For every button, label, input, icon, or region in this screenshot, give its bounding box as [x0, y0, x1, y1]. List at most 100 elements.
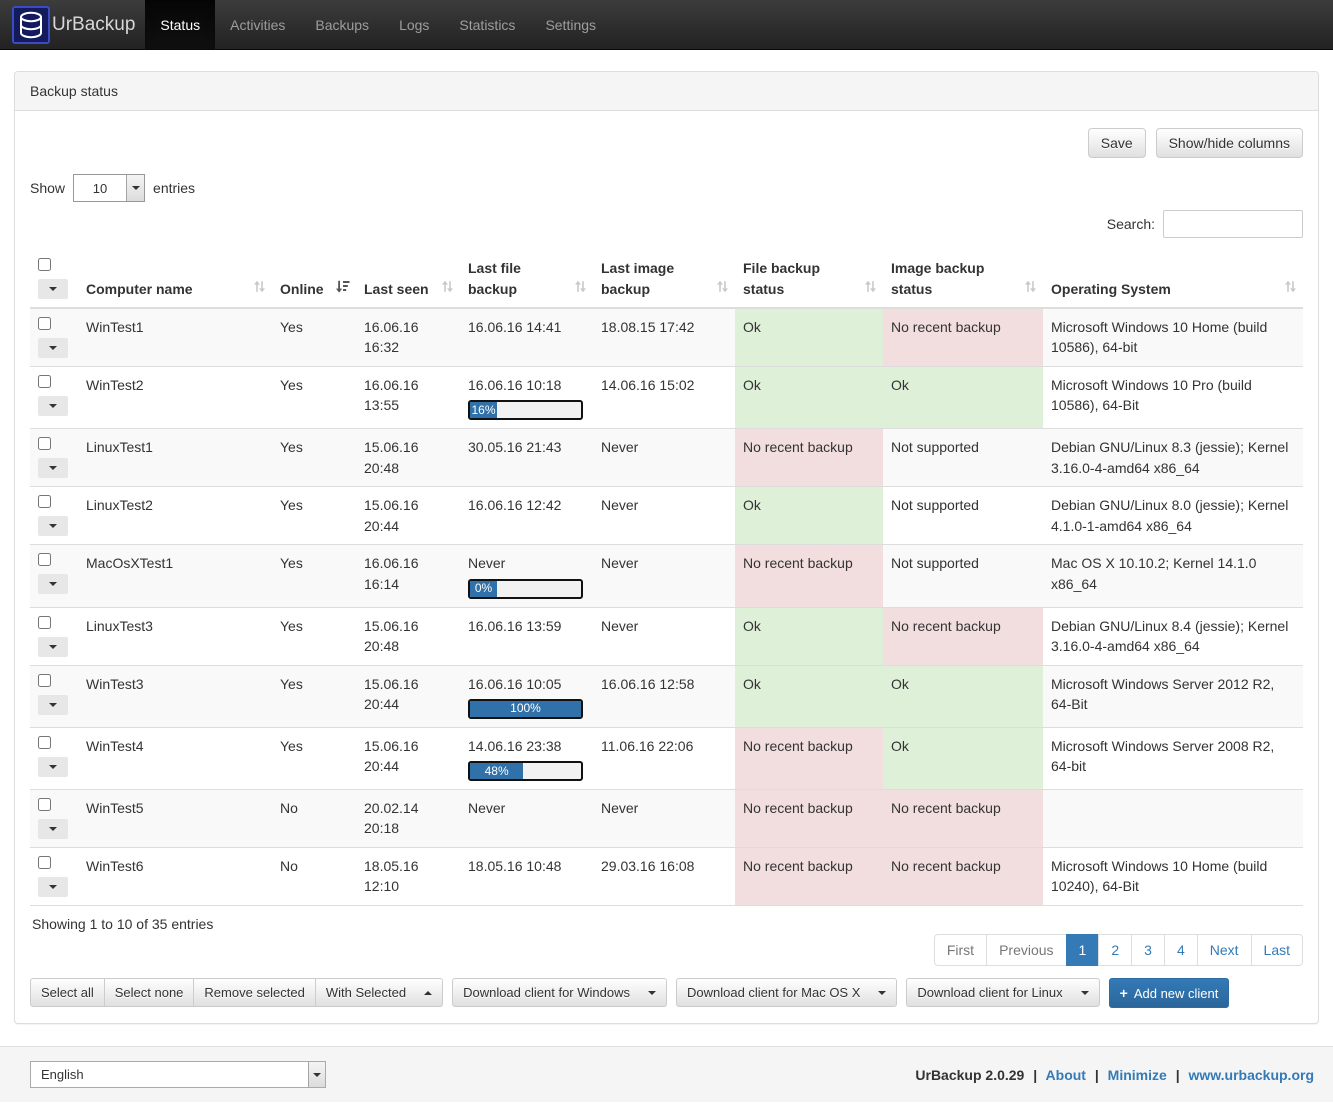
column-header-computer-name[interactable]: Computer name: [78, 250, 272, 308]
row-checkbox[interactable]: [38, 495, 51, 508]
select-all-checkbox[interactable]: [38, 258, 51, 271]
row-checkbox[interactable]: [38, 856, 51, 869]
column-header-last-file-backup[interactable]: Last file backup: [460, 250, 593, 308]
row-checkbox[interactable]: [38, 437, 51, 450]
column-header-last-image-backup[interactable]: Last image backup: [593, 250, 735, 308]
column-header-image-backup-status[interactable]: Image backup status: [883, 250, 1043, 308]
column-header-online[interactable]: Online: [272, 250, 356, 308]
page-first-link[interactable]: First: [934, 934, 987, 966]
last-seen-cell: 15.06.16 20:44: [356, 727, 460, 789]
row-checkbox[interactable]: [38, 317, 51, 330]
row-select-cell: [30, 545, 78, 607]
page-previous-link[interactable]: Previous: [986, 934, 1066, 966]
last-file-backup-cell: 16.06.16 10:05 100%: [460, 665, 593, 727]
computer-name-cell: WinTest6: [78, 848, 272, 906]
column-header-file-backup-status[interactable]: File backup status: [735, 250, 883, 308]
last-file-backup-time: 16.06.16 10:05: [468, 674, 585, 694]
row-actions-dropdown[interactable]: [38, 574, 68, 594]
download-client-macosx-button[interactable]: Download client for Mac OS X: [676, 978, 897, 1007]
row-checkbox[interactable]: [38, 674, 51, 687]
os-cell: Microsoft Windows 10 Home (build 10586),…: [1043, 308, 1303, 367]
file-backup-progress-value: 100%: [470, 701, 581, 717]
page-number-1-link[interactable]: 1: [1066, 934, 1100, 966]
row-checkbox[interactable]: [38, 736, 51, 749]
file-backup-status-cell: No recent backup: [735, 790, 883, 848]
urbackup-org-link[interactable]: www.urbackup.org: [1189, 1067, 1315, 1083]
row-actions-dropdown[interactable]: [38, 877, 68, 897]
search-input[interactable]: [1163, 210, 1303, 238]
image-backup-status-cell: Not supported: [883, 487, 1043, 545]
entries-per-page-select[interactable]: 10: [73, 174, 145, 202]
caret-down-icon: [49, 885, 57, 889]
page-next-link[interactable]: Next: [1197, 934, 1252, 966]
nav-tab-status[interactable]: Status: [145, 0, 215, 49]
caret-down-icon: [878, 991, 886, 995]
with-selected-dropdown-button[interactable]: With Selected: [315, 978, 443, 1007]
select-none-button[interactable]: Select none: [104, 978, 195, 1007]
column-header-last-seen[interactable]: Last seen: [356, 250, 460, 308]
nav-tab-activities[interactable]: Activities: [215, 0, 300, 49]
row-checkbox[interactable]: [38, 798, 51, 811]
row-select-cell: [30, 308, 78, 367]
row-checkbox[interactable]: [38, 375, 51, 388]
header-actions-dropdown[interactable]: [38, 279, 68, 299]
row-actions-dropdown[interactable]: [38, 516, 68, 536]
row-select-cell: [30, 429, 78, 487]
image-backup-status-cell: No recent backup: [883, 308, 1043, 367]
last-file-backup-cell: 18.05.16 10:48: [460, 848, 593, 906]
row-actions-dropdown[interactable]: [38, 757, 68, 777]
caret-up-icon: [424, 991, 432, 995]
language-select[interactable]: English: [30, 1061, 326, 1088]
remove-selected-button[interactable]: Remove selected: [193, 978, 315, 1007]
row-checkbox[interactable]: [38, 616, 51, 629]
row-actions-dropdown[interactable]: [38, 695, 68, 715]
row-actions-dropdown[interactable]: [38, 819, 68, 839]
computer-name-cell: WinTest1: [78, 308, 272, 367]
row-actions-dropdown[interactable]: [38, 396, 68, 416]
nav-tab-backups[interactable]: Backups: [300, 0, 384, 49]
row-actions-dropdown[interactable]: [38, 338, 68, 358]
caret-down-icon: [49, 582, 57, 586]
sort-icon: [574, 278, 587, 298]
caret-down-icon: [49, 466, 57, 470]
nav-tab-statistics[interactable]: Statistics: [444, 0, 530, 49]
table-row: MacOsXTest1Yes16.06.16 16:14Never0%Never…: [30, 545, 1303, 607]
last-seen-cell: 15.06.16 20:48: [356, 607, 460, 665]
last-seen-cell: 20.02.14 20:18: [356, 790, 460, 848]
row-actions-dropdown[interactable]: [38, 637, 68, 657]
page-number-1: 1: [1067, 934, 1100, 966]
page-number-3-link[interactable]: 3: [1131, 934, 1165, 966]
about-link[interactable]: About: [1046, 1067, 1086, 1083]
page-number-2-link[interactable]: 2: [1098, 934, 1132, 966]
show-hide-columns-button[interactable]: Show/hide columns: [1156, 128, 1303, 158]
page-number-4-link[interactable]: 4: [1164, 934, 1198, 966]
caret-down-icon: [49, 524, 57, 528]
save-button[interactable]: Save: [1088, 128, 1146, 158]
page-previous: Previous: [987, 934, 1066, 966]
show-entries-suffix-label: entries: [153, 180, 195, 196]
last-seen-cell: 16.06.16 13:55: [356, 367, 460, 429]
select-all-button[interactable]: Select all: [30, 978, 105, 1007]
last-file-backup-cell: 14.06.16 23:3848%: [460, 727, 593, 789]
nav-tab-logs[interactable]: Logs: [384, 0, 444, 49]
row-select-cell: [30, 727, 78, 789]
download-client-windows-button[interactable]: Download client for Windows: [452, 978, 667, 1007]
image-backup-status-cell: Not supported: [883, 545, 1043, 607]
add-new-client-button[interactable]: + Add new client: [1109, 978, 1230, 1008]
brand[interactable]: UrBackup: [0, 0, 145, 49]
page-last-link[interactable]: Last: [1251, 934, 1303, 966]
row-select-cell: [30, 367, 78, 429]
table-row: LinuxTest2Yes15.06.16 20:4416.06.16 12:4…: [30, 487, 1303, 545]
last-file-backup-time: 18.05.16 10:48: [468, 856, 585, 876]
row-checkbox[interactable]: [38, 553, 51, 566]
row-actions-dropdown[interactable]: [38, 458, 68, 478]
entries-per-page-value: 10: [74, 175, 126, 201]
last-file-backup-time: 16.06.16 13:59: [468, 616, 585, 636]
column-header-operating-system[interactable]: Operating System: [1043, 250, 1303, 308]
online-cell: Yes: [272, 429, 356, 487]
last-file-backup-cell: 16.06.16 10:1816%: [460, 367, 593, 429]
online-cell: No: [272, 790, 356, 848]
nav-tab-settings[interactable]: Settings: [530, 0, 611, 49]
minimize-link[interactable]: Minimize: [1108, 1067, 1167, 1083]
download-client-linux-button[interactable]: Download client for Linux: [906, 978, 1099, 1007]
